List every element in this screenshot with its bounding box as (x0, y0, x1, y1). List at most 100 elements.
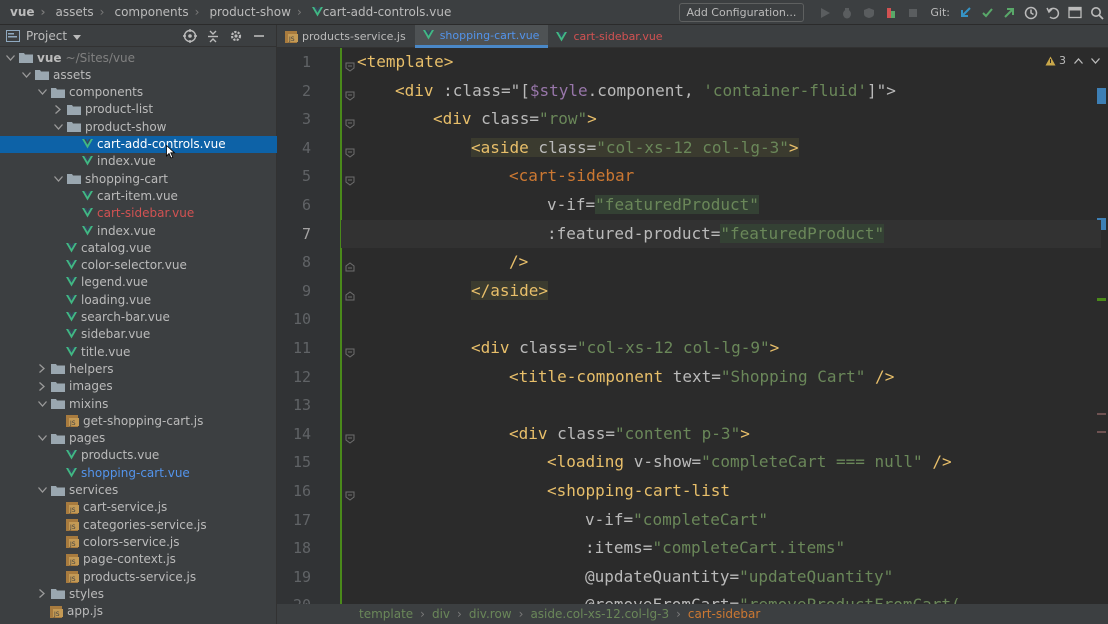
tree-folder[interactable]: services (0, 482, 277, 499)
tree-folder[interactable]: pages (0, 430, 277, 447)
tree-file[interactable]: JS cart-service.js (0, 499, 277, 516)
tree-folder[interactable]: shopping-cart (0, 170, 277, 187)
fold-open-icon[interactable] (345, 86, 355, 101)
profile-icon[interactable] (880, 0, 902, 25)
tree-file[interactable]: JS get-shopping-cart.js (0, 412, 277, 429)
git-update-icon[interactable] (954, 0, 976, 25)
tag-breadcrumb-item[interactable]: aside.col-xs-12.col-lg-3 (530, 607, 669, 621)
code-line[interactable]: <loading v-show="completeCart === null" … (357, 448, 952, 476)
tree-file[interactable]: legend.vue (0, 274, 277, 291)
collapse-icon[interactable] (201, 25, 224, 47)
code-line[interactable]: <aside class="col-xs-12 col-lg-3"> (357, 134, 799, 162)
debug-icon[interactable] (836, 0, 858, 25)
minimize-icon[interactable] (247, 25, 270, 47)
stop-icon[interactable] (902, 0, 924, 25)
code-line[interactable]: </aside> (357, 277, 549, 305)
tree-folder[interactable]: styles (0, 585, 277, 602)
code-line[interactable]: :featured-product="featuredProduct" (357, 220, 885, 248)
code-line[interactable]: <div class="content p-3"> (357, 420, 750, 448)
code-editor[interactable]: 1234567891011121314151617181920 3 <templ… (277, 48, 1108, 604)
nav-breadcrumb-item[interactable]: components › (104, 0, 199, 25)
chevron-right-icon[interactable] (52, 101, 64, 118)
tree-file[interactable]: JS categories-service.js (0, 516, 277, 533)
nav-breadcrumb-item[interactable]: assets › (45, 0, 104, 25)
tree-file[interactable]: sidebar.vue (0, 326, 277, 343)
tree-file[interactable]: search-bar.vue (0, 309, 277, 326)
tree-file[interactable]: cart-item.vue (0, 187, 277, 204)
window-icon[interactable] (1064, 0, 1086, 25)
code-line[interactable]: v-if="completeCart" (357, 506, 768, 534)
code-line[interactable]: <div class="col-xs-12 col-lg-9"> (357, 334, 779, 362)
chevron-down-icon[interactable] (4, 49, 16, 66)
locate-icon[interactable] (178, 25, 201, 47)
coverage-icon[interactable] (858, 0, 880, 25)
tree-folder[interactable]: product-show (0, 118, 277, 135)
code-line[interactable]: <cart-sidebar (357, 162, 634, 190)
tree-folder[interactable]: mixins (0, 395, 277, 412)
tag-breadcrumb-item[interactable]: cart-sidebar (688, 607, 760, 621)
add-configuration-button[interactable]: Add Configuration... (678, 3, 805, 22)
tag-breadcrumb-item[interactable]: div.row (469, 607, 512, 621)
git-push-icon[interactable] (998, 0, 1020, 25)
stripe-mark[interactable] (1097, 413, 1106, 415)
tree-file[interactable]: products.vue (0, 447, 277, 464)
history-icon[interactable] (1020, 0, 1042, 25)
revert-icon[interactable] (1042, 0, 1064, 25)
stripe-mark[interactable] (1097, 88, 1106, 104)
tree-file[interactable]: JS products-service.js (0, 568, 277, 585)
tree-file[interactable]: color-selector.vue (0, 257, 277, 274)
fold-open-icon[interactable] (345, 171, 355, 187)
tree-folder[interactable]: components (0, 84, 277, 101)
tree-folder[interactable]: images (0, 378, 277, 395)
tree-file[interactable]: JS page-context.js (0, 551, 277, 568)
tree-file[interactable]: cart-sidebar.vue (0, 205, 277, 222)
fold-open-icon[interactable] (345, 429, 355, 444)
chevron-down-icon[interactable] (36, 482, 48, 499)
fold-open-icon[interactable] (345, 143, 355, 158)
tree-file[interactable]: catalog.vue (0, 239, 277, 256)
chevron-right-icon[interactable] (36, 360, 48, 377)
editor-tab[interactable]: shopping-cart.vue (414, 25, 549, 48)
tree-folder[interactable]: vue ~/Sites/vue (0, 49, 277, 66)
fold-close-icon[interactable] (345, 257, 355, 272)
inspection-widget[interactable]: 3 (1045, 54, 1100, 67)
chevron-down-icon[interactable] (52, 118, 64, 135)
run-icon[interactable] (814, 0, 836, 25)
tag-breadcrumb-item[interactable]: div (432, 607, 450, 621)
code-line[interactable]: /> (357, 248, 528, 276)
project-view-selector[interactable]: Project (6, 29, 82, 43)
tree-folder[interactable]: assets (0, 66, 277, 83)
tree-file[interactable]: JS colors-service.js (0, 533, 277, 550)
code-line[interactable]: <shopping-cart-list (357, 477, 730, 505)
editor-tab[interactable]: JS products-service.js (277, 25, 415, 48)
chevron-down-icon[interactable] (36, 84, 48, 101)
tree-file[interactable]: loading.vue (0, 291, 277, 308)
chevron-down-icon[interactable] (36, 395, 48, 412)
code-line[interactable]: <div class="row"> (357, 105, 597, 133)
tree-file[interactable]: cart-add-controls.vue (0, 135, 277, 159)
fold-open-icon[interactable] (345, 114, 355, 129)
tree-file[interactable]: title.vue (0, 343, 277, 360)
tree-folder[interactable]: product-list (0, 101, 277, 118)
tree-file[interactable]: index.vue (0, 153, 277, 170)
code-line[interactable]: :items="completeCart.items" (357, 534, 845, 562)
chevron-down-icon[interactable] (36, 430, 48, 447)
fold-open-icon[interactable] (345, 343, 355, 358)
code-line[interactable]: <div :class="[$style.component, 'contain… (357, 77, 896, 105)
tree-folder[interactable]: helpers (0, 360, 277, 377)
chevron-up-icon[interactable] (1074, 54, 1083, 67)
chevron-right-icon[interactable] (36, 585, 48, 602)
error-stripe[interactable] (1094, 48, 1108, 604)
stripe-mark[interactable] (1097, 431, 1106, 433)
gear-icon[interactable] (224, 25, 247, 47)
git-commit-icon[interactable] (976, 0, 998, 25)
code-line[interactable]: <template> (357, 48, 453, 76)
nav-breadcrumb-item[interactable]: product-show › (199, 0, 301, 25)
stripe-mark[interactable] (1097, 298, 1106, 301)
search-icon[interactable] (1086, 0, 1108, 25)
chevron-right-icon[interactable] (36, 378, 48, 395)
tree-file[interactable]: JS app.js (0, 603, 277, 620)
code-line[interactable]: @updateQuantity="updateQuantity" (357, 563, 893, 591)
editor-tab[interactable]: cart-sidebar.vue (548, 25, 671, 48)
chevron-down-icon[interactable] (52, 170, 64, 187)
